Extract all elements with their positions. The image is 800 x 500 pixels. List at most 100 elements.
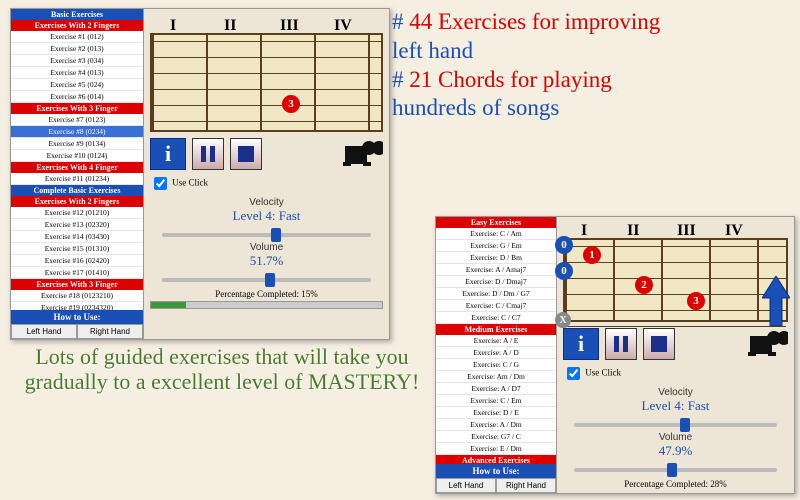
finger-dot: 0 [555, 236, 573, 254]
left-hand-button[interactable]: Left Hand [11, 324, 77, 339]
list-item[interactable]: Exercise: C / G [436, 359, 556, 371]
left-hand-button[interactable]: Left Hand [436, 478, 496, 493]
list-item[interactable]: Exercise #4 (013) [11, 67, 143, 79]
volume-value: 51.7% [150, 253, 383, 269]
camera-icon[interactable] [748, 328, 788, 360]
list-item[interactable]: Exercise: G / Em [436, 240, 556, 252]
use-click-checkbox[interactable]: Use Click [563, 364, 788, 383]
progress-bar [150, 301, 383, 309]
list-item[interactable]: Exercise #14 (03430) [11, 231, 143, 243]
volume-value: 47.9% [563, 443, 788, 459]
volume-slider[interactable] [162, 278, 372, 282]
list-item[interactable]: Exercise #2 (013) [11, 43, 143, 55]
fret-number: I [581, 222, 587, 240]
use-click-checkbox[interactable]: Use Click [150, 174, 383, 193]
info-icon: i [165, 141, 171, 167]
finger-dot: 2 [635, 276, 653, 294]
app-window-2: Easy Exercises Exercise: C / Am Exercise… [435, 216, 795, 494]
list-item[interactable]: Exercise #5 (024) [11, 79, 143, 91]
stop-button[interactable] [230, 138, 262, 170]
right-hand-button[interactable]: Right Hand [77, 324, 143, 339]
group-header: Exercises With 3 Finger [11, 279, 143, 290]
group-header: Easy Exercises [436, 217, 556, 228]
list-item[interactable]: Exercise: A / D [436, 347, 556, 359]
camera-icon[interactable] [343, 138, 383, 170]
list-item[interactable]: Exercise: D / Dmaj7 [436, 276, 556, 288]
list-item[interactable]: Exercise #1 (012) [11, 31, 143, 43]
list-item[interactable]: Exercise: D / Bm [436, 252, 556, 264]
info-icon: i [578, 331, 584, 357]
list-item[interactable]: Exercise #13 (02320) [11, 219, 143, 231]
finger-dot: 0 [555, 262, 573, 280]
velocity-slider[interactable] [574, 423, 777, 427]
list-item[interactable]: Exercise: E / Dm [436, 443, 556, 455]
fret-number: II [224, 17, 236, 35]
list-item[interactable]: Exercise #7 (0123) [11, 114, 143, 126]
list-item[interactable]: Exercise #17 (01410) [11, 267, 143, 279]
stop-button[interactable] [643, 328, 675, 360]
fret-number: II [627, 222, 639, 240]
list-item[interactable]: Exercise: C / C7 [436, 312, 556, 324]
group-header: Exercises With 3 Finger [11, 103, 143, 114]
list-item[interactable]: Exercise: C / Em [436, 395, 556, 407]
list-item[interactable]: Exercise: A / Dm [436, 419, 556, 431]
fretboard: I II III IV 3 [150, 33, 383, 132]
list-item[interactable]: Exercise #3 (034) [11, 55, 143, 67]
up-arrow-icon[interactable] [762, 276, 790, 331]
exercise-list[interactable]: Easy Exercises Exercise: C / Am Exercise… [436, 217, 556, 464]
list-item[interactable]: Exercise #11 (01234) [11, 173, 143, 185]
list-item[interactable]: Exercise: D / E [436, 407, 556, 419]
list-item[interactable]: Exercise: G7 / C [436, 431, 556, 443]
group-header: Medium Exercises [436, 324, 556, 335]
percentage-label: Percentage Completed: 28% [563, 479, 788, 489]
howto-header: How to Use: [11, 310, 143, 324]
velocity-label: Velocity [563, 387, 788, 398]
group-header: Advanced Exercises [436, 455, 556, 464]
right-hand-button[interactable]: Right Hand [496, 478, 556, 493]
fretboard: I II III IV 01023X [563, 238, 788, 322]
info-button[interactable]: i [563, 328, 599, 360]
group-header: Exercises With 2 Fingers [11, 196, 143, 207]
list-item[interactable]: Exercise #16 (02420) [11, 255, 143, 267]
list-item[interactable]: Exercise #18 (0123210) [11, 290, 143, 302]
exercise-list[interactable]: Basic Exercises Exercises With 2 Fingers… [11, 9, 143, 310]
list-item-selected[interactable]: Exercise #8 (0234) [11, 126, 143, 138]
info-button[interactable]: i [150, 138, 186, 170]
list-item[interactable]: Exercise: A / Amaj7 [436, 264, 556, 276]
list-item[interactable]: Exercise: D / Dm / G7 [436, 288, 556, 300]
howto-header: How to Use: [436, 464, 556, 478]
group-header: Exercises With 4 Finger [11, 162, 143, 173]
list-item[interactable]: Exercise #15 (01310) [11, 243, 143, 255]
list-item[interactable]: Exercise #6 (014) [11, 91, 143, 103]
percentage-label: Percentage Completed: 15% [150, 289, 383, 299]
fret-number: III [677, 222, 696, 240]
fret-number: III [280, 17, 299, 35]
list-item[interactable]: Exercise #12 (01210) [11, 207, 143, 219]
list-item[interactable]: Exercise: A / E [436, 335, 556, 347]
fret-number: I [170, 17, 176, 35]
finger-dot: 3 [687, 292, 705, 310]
group-header: Complete Basic Exercises [11, 185, 143, 196]
list-item[interactable]: Exercise: C / Cmaj7 [436, 300, 556, 312]
app-window-1: Basic Exercises Exercises With 2 Fingers… [10, 8, 390, 340]
list-item[interactable]: Exercise #10 (0124) [11, 150, 143, 162]
list-item[interactable]: Exercise: A / D7 [436, 383, 556, 395]
main-panel: I II III IV 3 i Use Click Velocity Level… [144, 9, 389, 339]
main-panel: I II III IV 01023X i Use Click Velocity … [557, 217, 794, 493]
volume-slider[interactable] [574, 468, 777, 472]
velocity-value: Level 4: Fast [563, 398, 788, 414]
list-item[interactable]: Exercise #19 (0234320) [11, 302, 143, 310]
group-header: Basic Exercises [11, 9, 143, 20]
pause-button[interactable] [192, 138, 224, 170]
fret-number: IV [725, 222, 743, 240]
list-item[interactable]: Exercise: Am / Dm [436, 371, 556, 383]
fret-number: IV [334, 17, 352, 35]
exercise-sidebar: Basic Exercises Exercises With 2 Fingers… [11, 9, 144, 339]
list-item[interactable]: Exercise #9 (0134) [11, 138, 143, 150]
finger-dot: 3 [282, 95, 300, 113]
list-item[interactable]: Exercise: C / Am [436, 228, 556, 240]
velocity-slider[interactable] [162, 233, 372, 237]
promo-text-bottom: Lots of guided exercises that will take … [14, 344, 430, 395]
group-header: Exercises With 2 Fingers [11, 20, 143, 31]
pause-button[interactable] [605, 328, 637, 360]
